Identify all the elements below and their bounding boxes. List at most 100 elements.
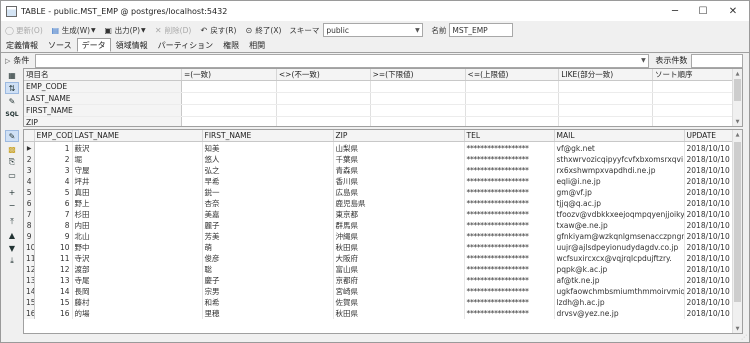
filter-cell[interactable] — [276, 116, 371, 126]
update-cell[interactable]: 2018/10/10 — [684, 165, 734, 176]
mail-cell[interactable]: txaw@e.ne.jp — [554, 220, 685, 231]
emp-code-cell[interactable]: 2 — [34, 154, 73, 165]
row-number[interactable]: ▶ — [24, 141, 35, 154]
filter-row[interactable]: EMP_CODE — [24, 80, 734, 93]
first-name-cell[interactable]: 俊彦 — [202, 253, 334, 264]
filter-header-equal[interactable]: =(一致) — [181, 69, 277, 81]
zip-cell[interactable]: 香川県 — [333, 176, 465, 187]
first-name-cell[interactable]: 杏奈 — [202, 198, 334, 209]
maximize-button[interactable]: ☐ — [689, 1, 717, 21]
tab-source[interactable]: ソース — [43, 39, 77, 52]
filter-scrollbar[interactable]: ▲ ▼ — [732, 69, 742, 126]
scroll-down-icon[interactable]: ▼ — [733, 324, 742, 333]
emp-code-cell[interactable]: 16 — [34, 308, 73, 319]
zip-cell[interactable]: 東京都 — [333, 209, 465, 220]
zip-cell[interactable]: 秋田県 — [333, 308, 465, 319]
filter-cell[interactable] — [652, 116, 734, 126]
filter-row[interactable]: FIRST_NAME — [24, 104, 734, 117]
tab-definition[interactable]: 定義情報 — [1, 39, 43, 52]
emp-code-cell[interactable]: 4 — [34, 176, 73, 187]
row-number[interactable]: 11 — [24, 253, 35, 264]
filter-row[interactable]: ZIP — [24, 116, 734, 126]
update-cell[interactable]: 2018/10/10 — [684, 286, 734, 297]
last-name-cell[interactable]: 藤村 — [72, 297, 203, 308]
zip-cell[interactable]: 広島県 — [333, 187, 465, 198]
column-header-tel[interactable]: TEL — [464, 130, 555, 142]
emp-code-cell[interactable]: 14 — [34, 286, 73, 297]
data-scroll-thumb[interactable] — [734, 142, 741, 302]
tel-cell[interactable]: ****************** — [464, 242, 555, 253]
last-name-cell[interactable]: 内田 — [72, 220, 203, 231]
table-row[interactable]: 7 7 杉田 美嘉 東京都 ****************** tfoozv@vdbkkx… — [24, 209, 734, 220]
sort-icon[interactable]: ⇅ — [5, 82, 19, 94]
zip-cell[interactable]: 秋田県 — [333, 242, 465, 253]
emp-code-cell[interactable]: 12 — [34, 264, 73, 275]
last-name-cell[interactable]: 薮沢 — [72, 141, 203, 154]
column-header-emp-code[interactable]: EMP_CODE — [34, 130, 73, 142]
last-name-cell[interactable]: 寺尾 — [72, 275, 203, 286]
first-name-cell[interactable]: 美嘉 — [202, 209, 334, 220]
delete-button[interactable]: ✕ 削除(D) — [154, 25, 192, 36]
update-cell[interactable]: 2018/10/10 — [684, 264, 734, 275]
update-cell[interactable]: 2018/10/10 — [684, 297, 734, 308]
zip-cell[interactable]: 群馬県 — [333, 220, 465, 231]
remove-row-icon[interactable]: − — [5, 199, 19, 211]
first-name-cell[interactable]: 鋭一 — [202, 187, 334, 198]
output-button[interactable]: ▣ 出力(P) ▼ — [104, 25, 145, 36]
row-number[interactable]: 10 — [24, 242, 35, 253]
last-name-cell[interactable]: 的場 — [72, 308, 203, 319]
mail-cell[interactable]: tjjq@q.ac.jp — [554, 198, 685, 209]
row-number[interactable]: 13 — [24, 275, 35, 286]
filter-cell[interactable] — [558, 116, 653, 126]
emp-code-cell[interactable]: 11 — [34, 253, 73, 264]
tab-storage[interactable]: 領域情報 — [111, 39, 153, 52]
mail-cell[interactable]: vf@gk.net — [554, 141, 685, 154]
next-row-icon[interactable]: ▼ — [5, 242, 19, 254]
table-row[interactable]: 4 4 坪井 早希 香川県 ****************** eqli@i.ne.jp 2… — [24, 176, 734, 187]
update-cell[interactable]: 2018/10/10 — [684, 275, 734, 286]
filter-header-item[interactable]: 項目名 — [24, 69, 182, 81]
mail-cell[interactable]: af@tk.ne.jp — [554, 275, 685, 286]
filter-header-upper[interactable]: <=(上限値) — [465, 69, 560, 81]
filter-cell[interactable] — [181, 80, 277, 93]
update-cell[interactable]: 2018/10/10 — [684, 187, 734, 198]
last-name-cell[interactable]: 坪井 — [72, 176, 203, 187]
first-name-cell[interactable]: 萌 — [202, 242, 334, 253]
zip-cell[interactable]: 沖縄県 — [333, 231, 465, 242]
tel-cell[interactable]: ****************** — [464, 209, 555, 220]
table-row[interactable]: 2 2 堀悠人 千葉県 ****************** sthxwrvozicqip… — [24, 154, 734, 165]
finish-button[interactable]: ⊙ 終了(X) — [244, 25, 282, 36]
edit-condition-icon[interactable]: ✎ — [5, 95, 19, 107]
mail-cell[interactable]: gfnkiyam@wzkqnlgmsenacczpngnfl — [554, 231, 685, 242]
column-header-update[interactable]: UPDATE — [684, 130, 734, 142]
mail-cell[interactable]: uujr@ajlsdpeyionudydagdv.co.jp — [554, 242, 685, 253]
bulk-edit-icon[interactable]: ▩ — [5, 143, 19, 155]
update-cell[interactable]: 2018/10/10 — [684, 198, 734, 209]
filter-cell[interactable] — [465, 104, 560, 117]
emp-code-cell[interactable]: 1 — [34, 141, 73, 154]
back-button[interactable]: ↶ 戻す(R) — [199, 25, 236, 36]
first-name-cell[interactable]: 聡 — [202, 264, 334, 275]
filter-cell[interactable] — [558, 92, 653, 105]
table-row[interactable]: 1212渡部聡富山県******************pqpk@k.ac.jp… — [24, 264, 734, 275]
last-name-cell[interactable]: 渡部 — [72, 264, 203, 275]
filter-cell[interactable] — [276, 92, 371, 105]
row-number[interactable]: 14 — [24, 286, 35, 297]
resize-grip-icon[interactable]: ⋰ — [741, 334, 747, 341]
update-cell[interactable]: 2018/10/10 — [684, 154, 734, 165]
emp-code-cell[interactable]: 5 — [34, 187, 73, 198]
row-number[interactable]: 6 — [24, 198, 35, 209]
copy-icon[interactable]: ⎘ — [5, 156, 19, 168]
last-row-icon[interactable]: ⤓ — [5, 255, 19, 267]
table-row[interactable]: 6 6 野上 杏奈 鹿児島県 ****************** tjjq@q.ac.jp… — [24, 198, 734, 209]
edit-mode-icon[interactable]: ✎ — [5, 130, 19, 142]
add-row-icon[interactable]: + — [5, 186, 19, 198]
first-name-cell[interactable]: 慶子 — [202, 275, 334, 286]
filter-cell[interactable] — [181, 104, 277, 117]
row-number[interactable]: 3 — [24, 165, 35, 176]
scroll-up-icon[interactable]: ▲ — [733, 130, 742, 139]
close-button[interactable]: ✕ — [717, 1, 749, 21]
row-number[interactable]: 12 — [24, 264, 35, 275]
tel-cell[interactable]: ****************** — [464, 264, 555, 275]
update-button[interactable]: ◯ 更新(O) — [5, 25, 43, 36]
